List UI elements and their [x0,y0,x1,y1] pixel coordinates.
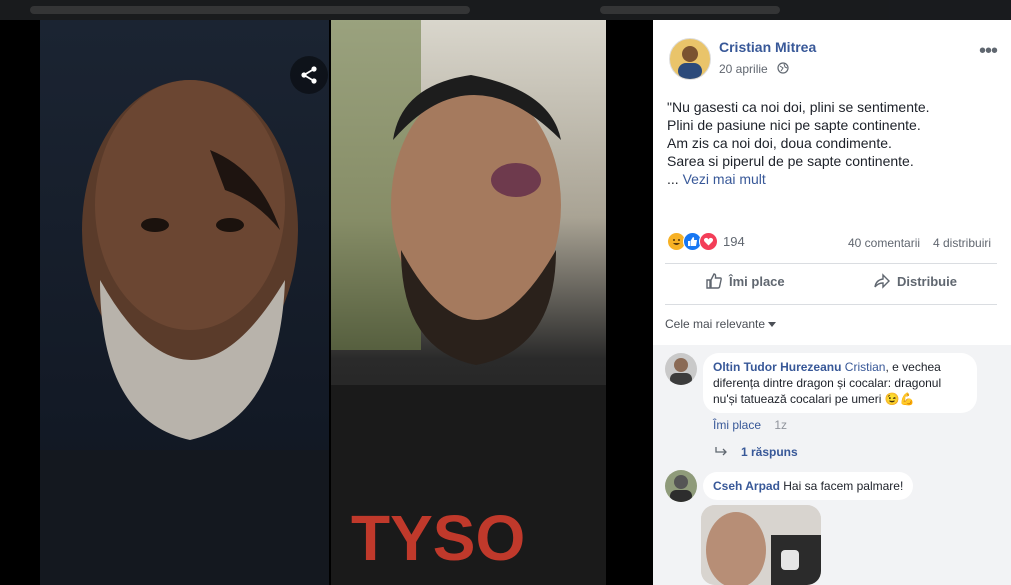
caret-down-icon [768,322,777,327]
ellipsis: ... [667,171,679,187]
share-post-button[interactable]: Distribuie [873,272,957,290]
comment-bubble: Oltin Tudor Hurezeanu Cristian, e vechea… [703,353,977,413]
comments-count[interactable]: 40 comentarii [848,236,920,250]
love-reaction-icon [699,232,718,251]
comment-author[interactable]: Oltin Tudor Hurezeanu [713,360,841,374]
see-more-row: ... Vezi mai mult [667,170,997,188]
like-button-label: Îmi place [729,273,785,289]
top-bar-placeholder [600,6,780,14]
post-author[interactable]: Cristian Mitrea [719,39,816,55]
photo-right-portrait: TYSO [331,20,606,585]
reply-arrow-icon [715,447,727,456]
comment-like-link[interactable]: Îmi place [713,418,761,432]
post-text: "Nu gasesti ca noi doi, plini se sentime… [667,98,997,188]
reaction-count: 194 [723,234,745,249]
comment-photo[interactable] [701,505,821,585]
post-date[interactable]: 20 aprilie [719,62,768,76]
post-side-panel: Cristian Mitrea 20 aprilie ••• "Nu gases… [653,20,1011,585]
shares-count[interactable]: 4 distribuiri [933,236,991,250]
comment-actions: Îmi place 1z [713,418,787,432]
comment-emoji: 😉💪 [884,392,915,406]
post-text-line: Am zis ca noi doi, doua condimente. [667,135,892,151]
comment-text: nu'și tatuează cocalari pe umeri [713,392,882,406]
sort-label: Cele mai relevante [665,317,766,331]
reactions-summary[interactable]: 194 [667,232,745,251]
top-bar-placeholder [30,6,470,14]
comment-sort-dropdown[interactable]: Cele mai relevante [665,317,777,331]
share-arrow-icon [874,273,890,289]
comment-text: , e vechea [885,360,941,374]
share-button-label: Distribuie [897,273,957,289]
comment-author[interactable]: Cseh Arpad [713,479,780,493]
thumbs-up-icon [706,273,722,289]
replies-count: 1 răspuns [741,445,798,459]
post-text-line: Plini de pasiune nici pe sapte continent… [667,117,921,133]
post-text-line: Sarea si piperul de pe sapte continente. [667,153,914,169]
photo-share-button[interactable] [290,56,328,94]
share-icon [301,66,317,84]
photo-viewer: TYSO [0,20,653,585]
like-button[interactable]: Îmi place [705,272,785,290]
divider [665,263,997,264]
comment-mention[interactable]: Cristian [845,360,886,374]
author-avatar[interactable] [669,38,711,80]
comment-time[interactable]: 1z [774,418,787,432]
view-replies-link[interactable]: 1 răspuns [715,445,798,459]
globe-icon [777,62,789,74]
comment-text: Hai sa facem palmare! [783,479,904,493]
browser-top-bar [0,0,1011,20]
post-options-button[interactable]: ••• [979,40,998,63]
shirt-print: TYSO [351,502,525,574]
divider [665,304,997,305]
comment-avatar[interactable] [665,470,697,502]
see-more-link[interactable]: Vezi mai mult [683,171,766,187]
comment-text: diferența dintre dragon și cocalar: drag… [713,376,942,390]
comment-bubble: Cseh Arpad Hai sa facem palmare! [703,472,914,500]
post-text-line: "Nu gasesti ca noi doi, plini se sentime… [667,99,930,115]
comment-avatar[interactable] [665,353,697,385]
photo-left-portrait [40,20,329,585]
